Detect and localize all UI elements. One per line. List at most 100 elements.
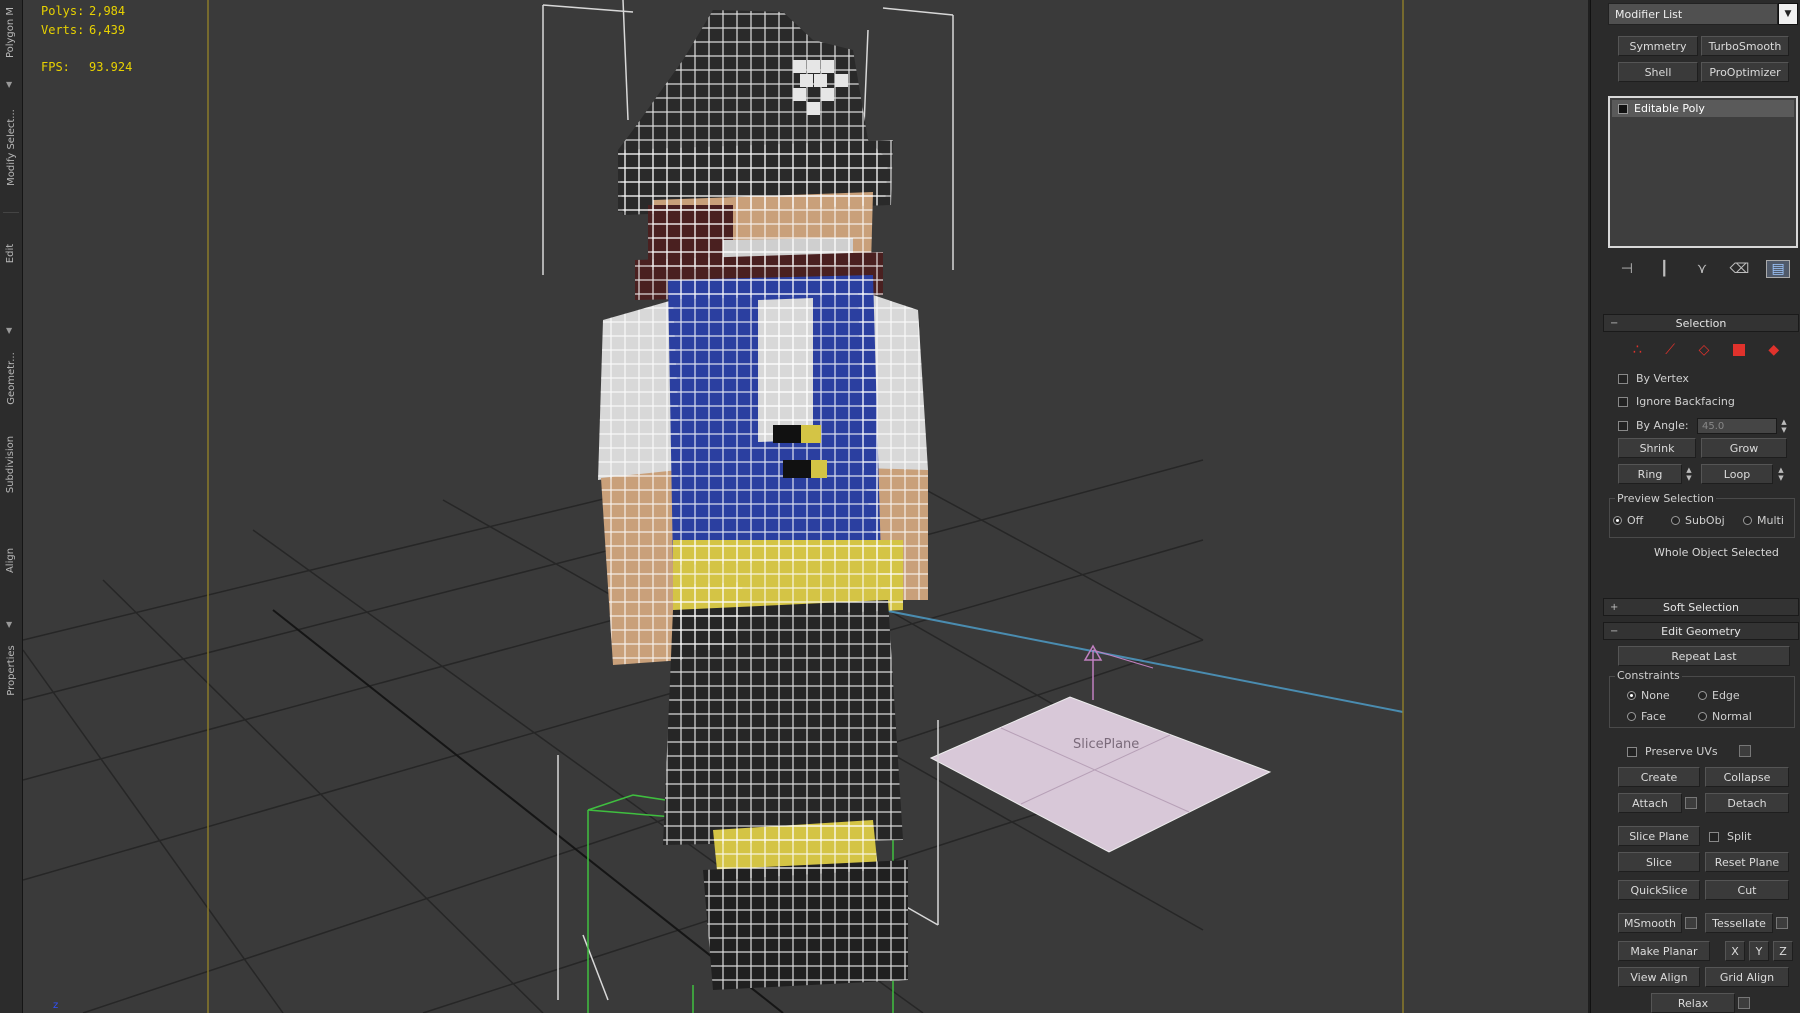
slice-plane-button[interactable]: Slice Plane xyxy=(1618,826,1700,846)
ribbon-tab-modify-selection[interactable]: Modify Select... xyxy=(2,92,20,202)
modifier-stack[interactable]: Editable Poly xyxy=(1608,96,1798,248)
stack-item-editable-poly[interactable]: Editable Poly xyxy=(1612,100,1794,117)
by-angle-checkbox[interactable]: By Angle: xyxy=(1618,419,1689,432)
emblem-voxel xyxy=(821,88,834,101)
reset-plane-button[interactable]: Reset Plane xyxy=(1705,852,1789,872)
loop-spinner[interactable]: ▲ ▼ xyxy=(1776,464,1786,484)
attach-list-icon[interactable] xyxy=(1685,797,1697,809)
slice-button[interactable]: Slice xyxy=(1618,852,1700,872)
collapse-button[interactable]: Collapse xyxy=(1705,767,1789,787)
turbosmooth-button[interactable]: TurboSmooth xyxy=(1701,36,1789,56)
ribbon-tab-align[interactable]: Align xyxy=(2,536,20,584)
selection-status-text: Whole Object Selected xyxy=(1654,546,1779,559)
perspective-viewport[interactable]: SlicePlane Polys: 2,984 Verts: 6,439 FPS: 9… xyxy=(23,0,1588,1013)
split-checkbox[interactable]: Split xyxy=(1709,830,1751,843)
ribbon-tab-polygon-modeling[interactable]: Polygon M xyxy=(2,0,20,64)
preview-multi-radio[interactable]: Multi xyxy=(1743,514,1784,527)
bracket-line xyxy=(542,4,634,13)
wire-hair-left xyxy=(648,205,733,265)
relax-button[interactable]: Relax xyxy=(1651,993,1735,1013)
polygon-icon[interactable] xyxy=(1732,344,1745,356)
viewport-scene[interactable]: SlicePlane xyxy=(23,0,1588,1013)
detach-button[interactable]: Detach xyxy=(1705,793,1789,813)
angle-threshold-field[interactable]: 45.0 xyxy=(1697,418,1777,434)
world-axis-line-x xyxy=(882,609,1404,713)
cut-button[interactable]: Cut xyxy=(1705,880,1789,900)
ribbon-tab-subdivision[interactable]: Subdivision xyxy=(2,422,20,506)
viewport-statistics: Polys: 2,984 Verts: 6,439 FPS: 93.924 xyxy=(41,2,132,77)
edge-icon[interactable]: ⟋ xyxy=(1665,342,1675,358)
planar-z-button[interactable]: Z xyxy=(1773,941,1793,961)
loop-button[interactable]: Loop xyxy=(1701,464,1773,484)
prooptimizer-button[interactable]: ProOptimizer xyxy=(1701,62,1789,82)
quickslice-button[interactable]: QuickSlice xyxy=(1618,880,1700,900)
ring-spinner[interactable]: ▲ ▼ xyxy=(1684,464,1694,484)
expand-toggle-icon[interactable] xyxy=(1618,103,1628,114)
selection-rollout-header[interactable]: − Selection xyxy=(1603,314,1799,332)
attach-button[interactable]: Attach xyxy=(1618,793,1682,813)
edit-geometry-rollout-header[interactable]: − Edit Geometry xyxy=(1603,622,1799,640)
vertex-icon[interactable]: ∴ xyxy=(1633,342,1642,358)
pin-stack-icon[interactable]: ⊣ xyxy=(1616,261,1638,277)
ignore-backfacing-checkbox[interactable]: Ignore Backfacing xyxy=(1618,395,1735,408)
vest-buckle-gold xyxy=(801,425,821,443)
planar-x-button[interactable]: X xyxy=(1725,941,1745,961)
preserve-uvs-settings-icon[interactable] xyxy=(1739,745,1751,757)
show-end-result-icon[interactable]: ┃ xyxy=(1653,261,1675,277)
make-unique-icon[interactable]: ⋎ xyxy=(1691,261,1713,277)
by-vertex-checkbox[interactable]: By Vertex xyxy=(1618,372,1689,385)
ribbon-arrow-icon[interactable]: ▼ xyxy=(6,80,12,89)
ribbon-arrow-icon[interactable]: ▼ xyxy=(6,620,12,629)
fps-label: FPS: xyxy=(41,60,70,74)
msmooth-settings-icon[interactable] xyxy=(1685,917,1697,929)
shell-button[interactable]: Shell xyxy=(1618,62,1698,82)
border-icon[interactable]: ◇ xyxy=(1699,342,1710,358)
bracket-line xyxy=(882,7,954,16)
polys-value: 2,984 xyxy=(89,4,126,18)
msmooth-button[interactable]: MSmooth xyxy=(1618,913,1682,933)
ring-button[interactable]: Ring xyxy=(1618,464,1682,484)
tessellate-button[interactable]: Tessellate xyxy=(1705,913,1773,933)
ribbon-tab-geometry[interactable]: Geometr... xyxy=(2,336,20,420)
preserve-uvs-checkbox[interactable]: Preserve UVs xyxy=(1627,745,1718,758)
symmetry-button[interactable]: Symmetry xyxy=(1618,36,1698,56)
preview-selection-label: Preview Selection xyxy=(1615,492,1717,505)
view-align-button[interactable]: View Align xyxy=(1618,967,1700,987)
repeat-last-button[interactable]: Repeat Last xyxy=(1618,646,1790,666)
preview-subobj-radio[interactable]: SubObj xyxy=(1671,514,1725,527)
emblem-voxel xyxy=(821,60,834,73)
constraint-face-radio[interactable]: Face xyxy=(1627,710,1666,723)
chevron-down-icon[interactable]: ▼ xyxy=(1778,3,1798,25)
grid-align-button[interactable]: Grid Align xyxy=(1705,967,1789,987)
create-button[interactable]: Create xyxy=(1618,767,1700,787)
planar-y-button[interactable]: Y xyxy=(1749,941,1769,961)
tessellate-settings-icon[interactable] xyxy=(1776,917,1788,929)
element-icon[interactable]: ◆ xyxy=(1768,342,1779,358)
make-planar-button[interactable]: Make Planar xyxy=(1618,941,1710,961)
relax-settings-icon[interactable] xyxy=(1738,997,1750,1009)
preview-off-radio[interactable]: Off xyxy=(1613,514,1643,527)
grid-line xyxy=(102,579,544,1013)
emblem-voxel xyxy=(807,102,820,115)
constraint-none-radio[interactable]: None xyxy=(1627,689,1670,702)
emblem-voxel xyxy=(793,88,806,101)
ribbon-tab-edit[interactable]: Edit xyxy=(2,228,20,278)
ribbon-arrow-icon[interactable]: ▼ xyxy=(6,326,12,335)
wire-shirt-front xyxy=(758,298,813,442)
configure-modifier-sets-icon[interactable]: ▤ xyxy=(1766,260,1791,278)
emblem-voxel xyxy=(793,60,806,73)
constraint-normal-radio[interactable]: Normal xyxy=(1698,710,1752,723)
shrink-button[interactable]: Shrink xyxy=(1618,438,1696,458)
vest-buckle xyxy=(783,460,813,478)
ribbon-tab-properties[interactable]: Properties xyxy=(2,632,20,708)
wire-left-forearm xyxy=(601,470,683,665)
constraint-edge-radio[interactable]: Edge xyxy=(1698,689,1740,702)
vest-buckle-gold xyxy=(811,460,827,478)
grid-line xyxy=(82,639,1204,1013)
remove-modifier-icon[interactable]: ⌫ xyxy=(1729,261,1751,277)
soft-selection-rollout-header[interactable]: + Soft Selection xyxy=(1603,598,1799,616)
modifier-list-dropdown[interactable]: Modifier List xyxy=(1608,3,1778,25)
wire-boots xyxy=(703,860,908,990)
grow-button[interactable]: Grow xyxy=(1701,438,1787,458)
angle-spinner[interactable]: ▲ ▼ xyxy=(1779,416,1789,436)
